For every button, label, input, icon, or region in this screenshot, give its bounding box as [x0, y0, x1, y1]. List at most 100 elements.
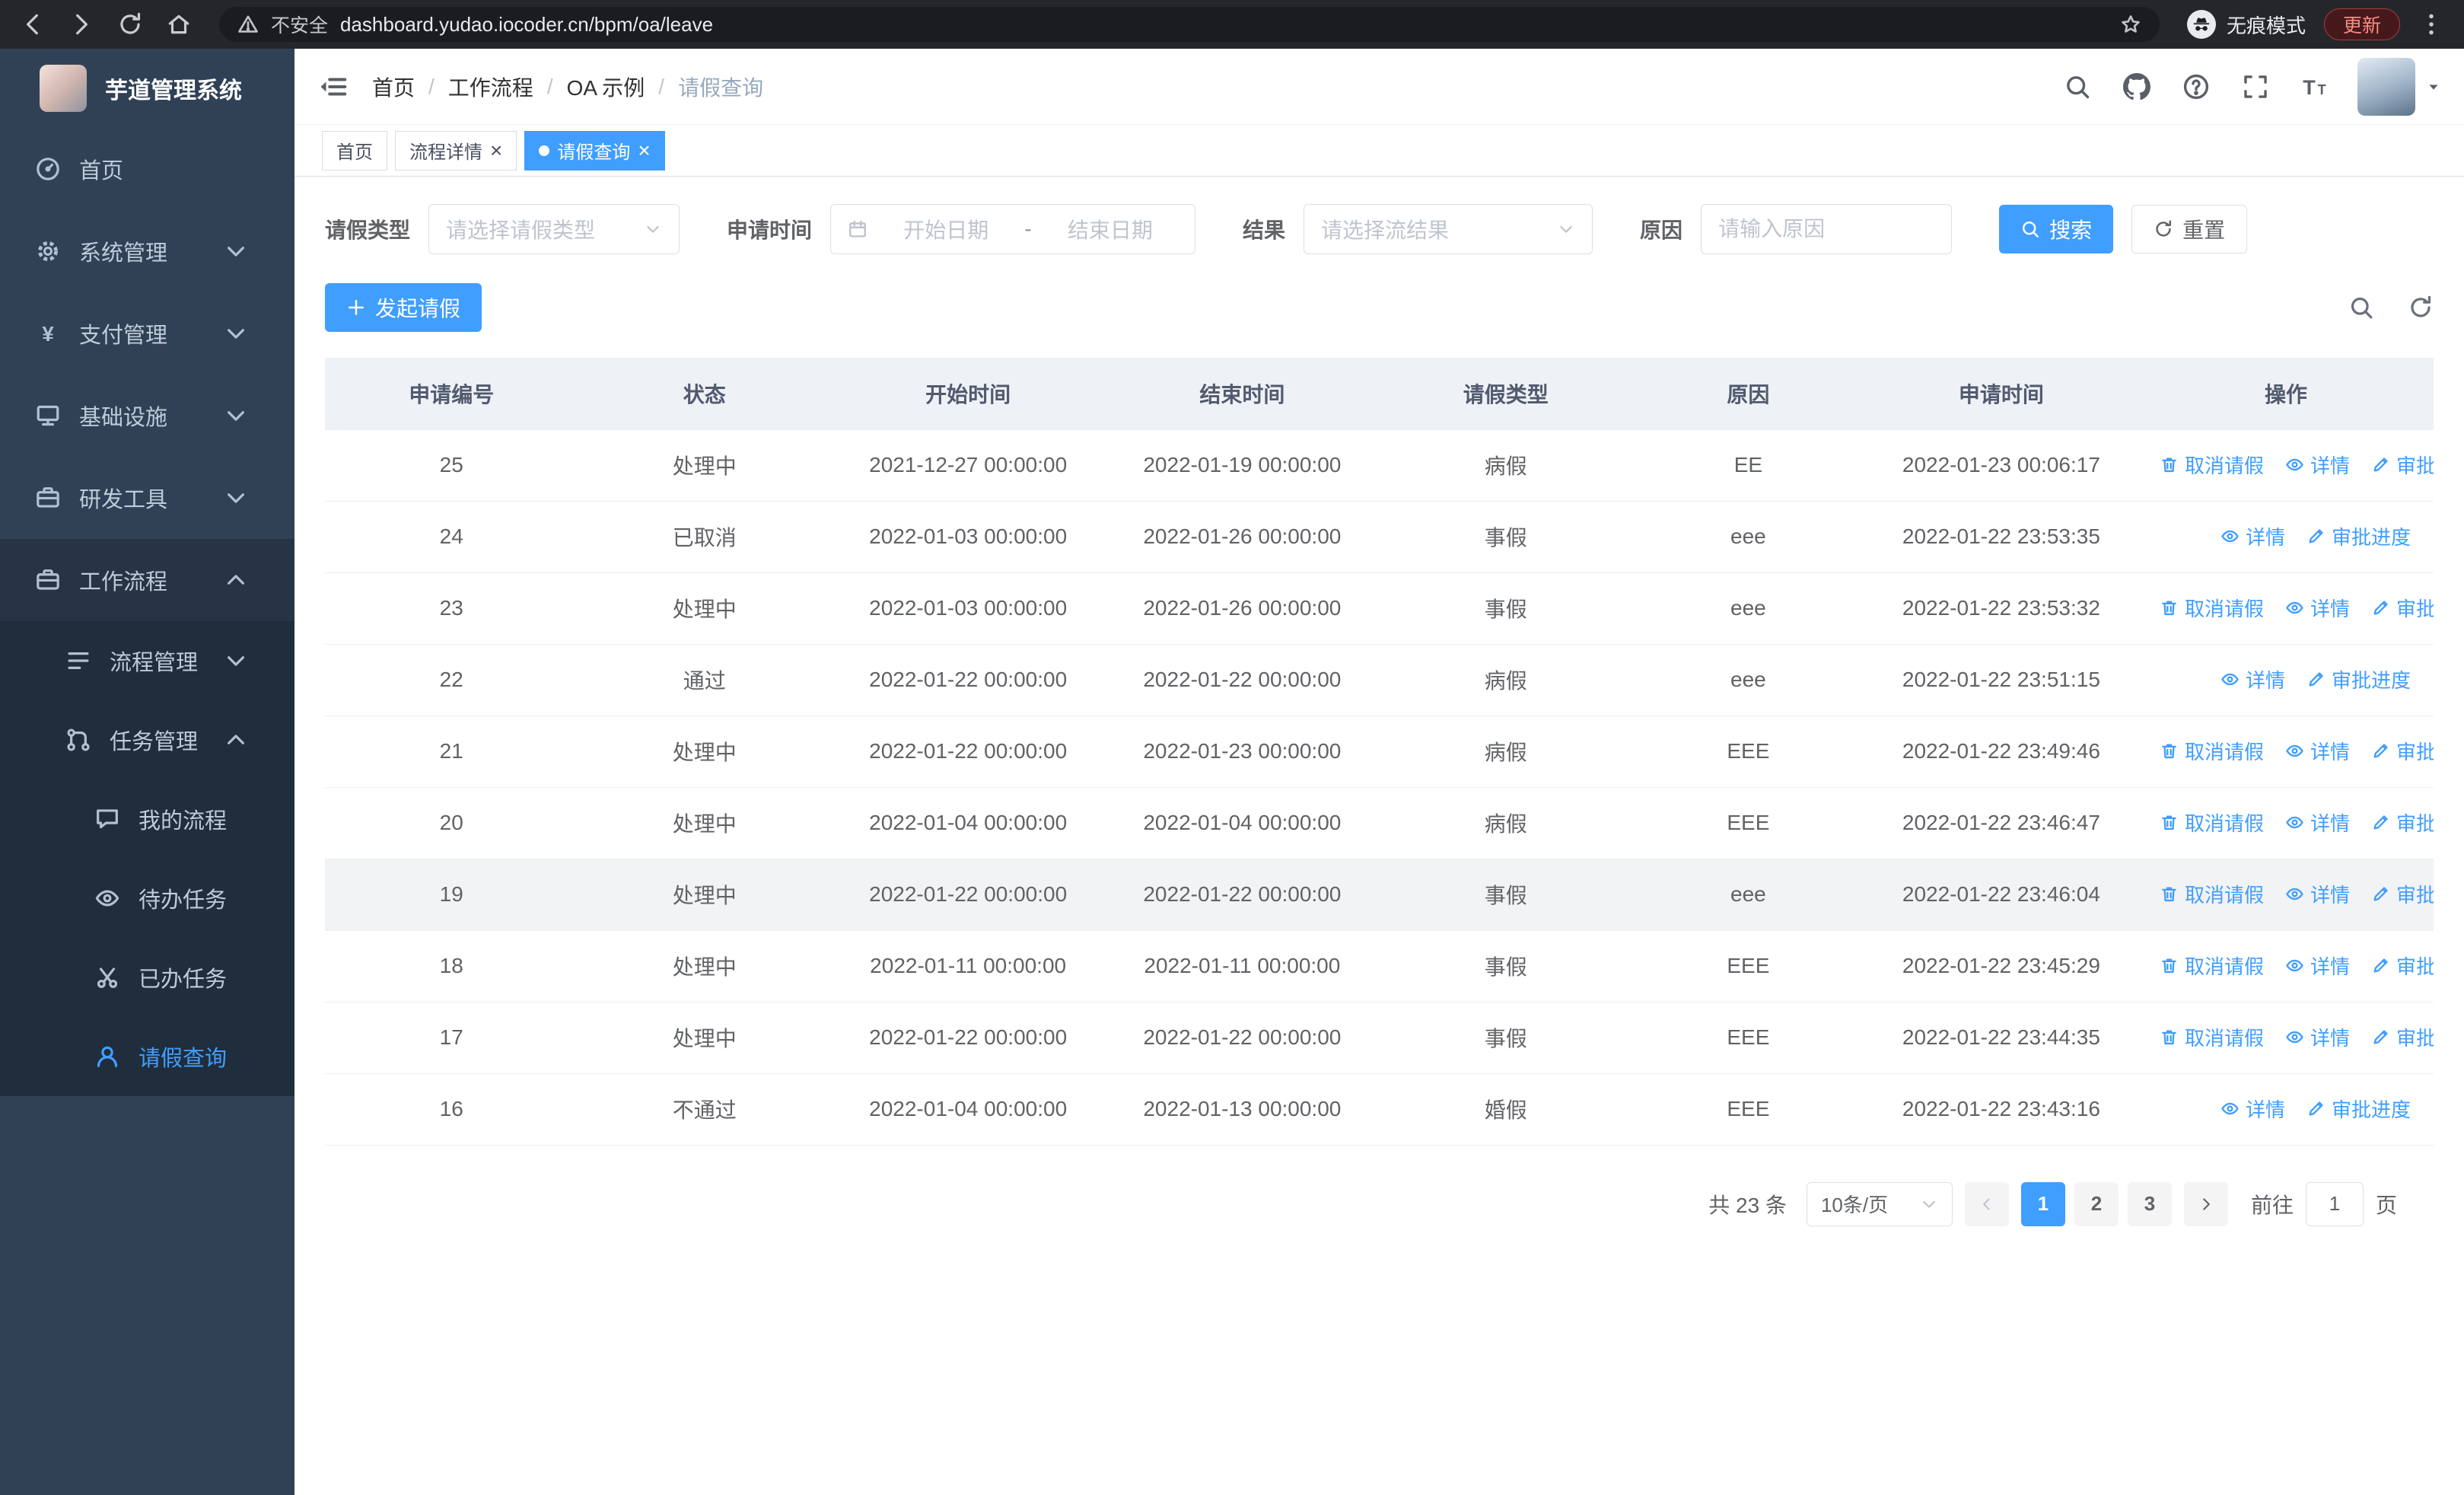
- action-detail[interactable]: 详情: [2285, 808, 2350, 837]
- sidebar-item-devtools[interactable]: 研发工具: [0, 457, 294, 539]
- refresh-icon[interactable]: [117, 11, 143, 37]
- back-icon[interactable]: [20, 11, 46, 37]
- action-cancel[interactable]: 取消请假: [2160, 808, 2264, 837]
- next-page-button[interactable]: [2183, 1181, 2228, 1226]
- page-button-1[interactable]: 1: [2020, 1181, 2065, 1226]
- address-bar[interactable]: 不安全 dashboard.yudao.iocoder.cn/bpm/oa/le…: [219, 7, 2160, 42]
- action-detail[interactable]: 详情: [2285, 737, 2350, 765]
- browser-menu-icon[interactable]: [2418, 11, 2444, 37]
- sidebar-item-infrastructure[interactable]: 基础设施: [0, 375, 294, 457]
- search-button[interactable]: 搜索: [1999, 205, 2114, 253]
- breadcrumb-item[interactable]: 工作流程: [448, 72, 533, 102]
- table-row: 17 处理中 2022-01-22 00:00:00 2022-01-22 00:00…: [325, 1002, 2434, 1074]
- update-button[interactable]: 更新: [2323, 8, 2400, 40]
- avatar[interactable]: [2357, 57, 2415, 116]
- action-detail[interactable]: 详情: [2220, 522, 2285, 550]
- action-detail[interactable]: 详情: [2285, 451, 2350, 479]
- sidebar-item-payment[interactable]: ¥ 支付管理: [0, 292, 294, 375]
- app-logo[interactable]: 芋道管理系统: [0, 49, 294, 128]
- goto-page-input[interactable]: [2305, 1181, 2364, 1226]
- action-detail[interactable]: 详情: [2220, 665, 2285, 693]
- fontsize-icon[interactable]: TT: [2301, 73, 2329, 100]
- action-cancel[interactable]: 取消请假: [2160, 451, 2264, 479]
- chevron-down-icon: [223, 320, 249, 346]
- action-progress[interactable]: 审批进度: [2306, 1095, 2411, 1123]
- close-icon[interactable]: ×: [490, 139, 502, 161]
- cell-id: 24: [325, 501, 578, 573]
- page-button-3[interactable]: 3: [2127, 1181, 2172, 1226]
- page-button-2[interactable]: 2: [2074, 1181, 2119, 1226]
- cell-actions: 取消请假 详情 审批进度: [2138, 429, 2434, 502]
- user-menu[interactable]: [2357, 57, 2441, 116]
- sidebar-item-leave-query[interactable]: 请假查询: [0, 1017, 294, 1096]
- tab-process-detail[interactable]: 流程详情 ×: [395, 130, 517, 171]
- prev-page-button[interactable]: [1964, 1181, 2009, 1226]
- action-cancel[interactable]: 取消请假: [2160, 880, 2264, 908]
- reset-label: 重置: [2182, 218, 2226, 242]
- cell-actions: 取消请假 详情 审批进度: [2138, 930, 2434, 1003]
- action-progress[interactable]: 审批进度: [2371, 880, 2434, 908]
- search-icon: [2020, 219, 2040, 239]
- sidebar-item-todo-task[interactable]: 待办任务: [0, 859, 294, 938]
- sidebar-item-my-process[interactable]: 我的流程: [0, 779, 294, 859]
- tab-leave-query[interactable]: 请假查询 ×: [524, 130, 665, 171]
- breadcrumb-separator: /: [546, 74, 553, 98]
- warning-icon: [237, 14, 259, 35]
- bookmark-star-icon[interactable]: [2120, 14, 2141, 35]
- close-icon[interactable]: ×: [638, 139, 650, 161]
- result-select[interactable]: 请选择流结果: [1304, 204, 1593, 254]
- fullscreen-icon[interactable]: [2242, 73, 2269, 100]
- cell-applied: 2022-01-22 23:53:35: [1864, 501, 2138, 573]
- action-detail[interactable]: 详情: [2285, 1023, 2350, 1051]
- action-progress[interactable]: 审批进度: [2306, 665, 2411, 693]
- reason-input[interactable]: [1701, 204, 1953, 254]
- eye-icon: [2285, 1028, 2304, 1047]
- sidebar-item-done-task[interactable]: 已办任务: [0, 938, 294, 1017]
- action-cancel[interactable]: 取消请假: [2160, 737, 2264, 765]
- search-label: 搜索: [2049, 218, 2093, 242]
- action-cancel[interactable]: 取消请假: [2160, 1023, 2264, 1051]
- refresh-icon[interactable]: [2408, 295, 2434, 320]
- action-progress[interactable]: 审批进度: [2371, 808, 2434, 837]
- breadcrumb-item[interactable]: 首页: [372, 72, 415, 102]
- sidebar-item-home[interactable]: 首页: [0, 128, 294, 210]
- action-detail[interactable]: 详情: [2220, 1095, 2285, 1123]
- github-icon[interactable]: [2123, 72, 2150, 100]
- action-detail[interactable]: 详情: [2285, 952, 2350, 980]
- sidebar-item-task-mgmt[interactable]: 任务管理: [0, 700, 294, 779]
- sidebar-item-system[interactable]: 系统管理: [0, 210, 294, 292]
- search-icon[interactable]: [2348, 295, 2374, 320]
- tab-label: 首页: [336, 142, 373, 163]
- url-text[interactable]: dashboard.yudao.iocoder.cn/bpm/oa/leave: [340, 13, 2108, 37]
- action-detail[interactable]: 详情: [2285, 880, 2350, 908]
- cell-id: 25: [325, 429, 578, 502]
- caret-down-icon: [2426, 79, 2441, 94]
- question-icon[interactable]: [2182, 73, 2210, 100]
- sidebar-item-process-mgmt[interactable]: 流程管理: [0, 621, 294, 700]
- leave-type-select[interactable]: 请选择请假类型: [428, 204, 680, 254]
- action-progress[interactable]: 审批进度: [2371, 594, 2434, 622]
- action-progress[interactable]: 审批进度: [2371, 952, 2434, 980]
- hamburger-icon[interactable]: [317, 72, 348, 102]
- action-progress[interactable]: 审批进度: [2306, 522, 2411, 550]
- action-detail[interactable]: 详情: [2285, 594, 2350, 622]
- apply-time-range-picker[interactable]: 开始日期 - 结束日期: [830, 204, 1196, 254]
- home-icon[interactable]: [166, 11, 192, 37]
- navbar-icon-group: TT: [2064, 72, 2329, 100]
- forward-icon[interactable]: [68, 11, 94, 37]
- end-date-placeholder: 结束日期: [1067, 218, 1153, 242]
- action-progress[interactable]: 审批进度: [2371, 737, 2434, 765]
- action-cancel[interactable]: 取消请假: [2160, 594, 2264, 622]
- breadcrumb-item[interactable]: OA 示例: [567, 72, 645, 102]
- action-progress[interactable]: 审批进度: [2371, 1023, 2434, 1051]
- cell-type: 病假: [1379, 429, 1632, 502]
- tab-home[interactable]: 首页: [322, 130, 387, 171]
- search-icon[interactable]: [2064, 73, 2091, 100]
- action-progress[interactable]: 审批进度: [2371, 451, 2434, 479]
- sidebar-item-workflow[interactable]: 工作流程: [0, 539, 294, 621]
- action-cancel[interactable]: 取消请假: [2160, 952, 2264, 980]
- security-label[interactable]: 不安全: [271, 11, 328, 38]
- page-size-select[interactable]: 10条/页: [1806, 1181, 1953, 1226]
- reset-button[interactable]: 重置: [2131, 205, 2248, 253]
- create-leave-button[interactable]: 发起请假: [325, 283, 482, 332]
